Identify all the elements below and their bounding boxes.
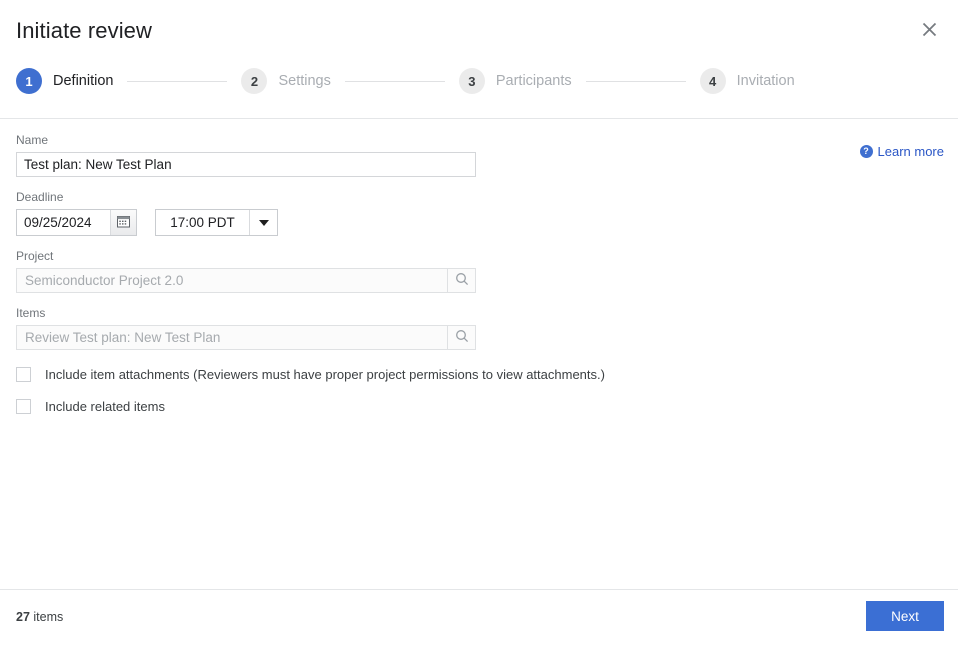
dialog-footer: 27 items Next bbox=[0, 589, 958, 645]
time-select-group[interactable]: 17:00 PDT bbox=[155, 209, 278, 236]
step-settings[interactable]: 2 Settings bbox=[241, 68, 331, 94]
search-icon bbox=[455, 329, 469, 346]
item-count-number: 27 bbox=[16, 610, 30, 624]
step-label-settings: Settings bbox=[278, 73, 331, 89]
items-input[interactable] bbox=[16, 325, 447, 350]
deadline-field-block: Deadline 09/25/2024 17:00 PDT bbox=[16, 190, 942, 236]
include-attachments-row[interactable]: Include item attachments (Reviewers must… bbox=[16, 367, 942, 382]
step-connector bbox=[344, 80, 445, 82]
calendar-button[interactable] bbox=[110, 210, 136, 235]
project-field-block: Project bbox=[16, 249, 942, 293]
name-label: Name bbox=[16, 133, 49, 147]
step-definition[interactable]: 1 Definition bbox=[16, 68, 113, 94]
deadline-row: 17:00 PDT bbox=[16, 209, 942, 236]
step-connector bbox=[127, 80, 228, 82]
step-number-3: 3 bbox=[458, 68, 485, 94]
project-search-group bbox=[16, 268, 476, 293]
close-button[interactable] bbox=[914, 14, 944, 44]
items-field-block: Items bbox=[16, 306, 942, 350]
items-label: Items bbox=[16, 306, 46, 320]
project-input[interactable] bbox=[16, 268, 447, 293]
step-number-2: 2 bbox=[241, 68, 268, 94]
page-title: Initiate review bbox=[16, 18, 153, 43]
item-count: 27 items bbox=[16, 610, 63, 624]
deadline-time-value: 17:00 PDT bbox=[170, 215, 235, 230]
step-number-4: 4 bbox=[699, 68, 726, 94]
step-label-participants: Participants bbox=[495, 73, 572, 89]
project-search-button[interactable] bbox=[447, 268, 476, 293]
step-connector bbox=[585, 80, 686, 82]
include-attachments-label: Include item attachments (Reviewers must… bbox=[45, 367, 605, 382]
items-search-button[interactable] bbox=[447, 325, 476, 350]
chevron-down-icon bbox=[258, 219, 269, 226]
deadline-date-input[interactable] bbox=[17, 210, 110, 235]
deadline-label: Deadline bbox=[16, 190, 64, 204]
initiate-review-dialog: Initiate review 1 Definition 2 Settings bbox=[0, 0, 958, 645]
include-related-items-checkbox[interactable] bbox=[16, 399, 31, 414]
step-label-definition: Definition bbox=[53, 73, 114, 89]
include-related-items-label: Include related items bbox=[45, 399, 165, 414]
close-icon bbox=[922, 22, 937, 37]
time-dropdown-button[interactable] bbox=[249, 210, 277, 235]
step-number-1: 1 bbox=[16, 68, 42, 94]
item-count-unit: items bbox=[29, 610, 64, 624]
step-label-invitation: Invitation bbox=[736, 73, 795, 89]
dialog-header: Initiate review bbox=[0, 0, 958, 58]
date-picker-group bbox=[16, 209, 137, 236]
next-button[interactable]: Next bbox=[866, 601, 944, 631]
items-search-group bbox=[16, 325, 476, 350]
include-related-items-row[interactable]: Include related items bbox=[16, 399, 942, 414]
include-attachments-checkbox[interactable] bbox=[16, 367, 31, 382]
step-participants[interactable]: 3 Participants bbox=[458, 68, 572, 94]
name-input[interactable] bbox=[16, 152, 476, 177]
project-label: Project bbox=[16, 249, 54, 263]
name-field-block: Name bbox=[16, 133, 942, 177]
dialog-body: Name Deadline bbox=[0, 119, 958, 619]
search-icon bbox=[455, 272, 469, 289]
step-invitation[interactable]: 4 Invitation bbox=[699, 68, 795, 94]
stepper-bar: 1 Definition 2 Settings 3 Participants 4… bbox=[0, 58, 958, 159]
stepper: 1 Definition 2 Settings 3 Participants 4… bbox=[16, 68, 795, 94]
calendar-icon bbox=[117, 215, 130, 231]
